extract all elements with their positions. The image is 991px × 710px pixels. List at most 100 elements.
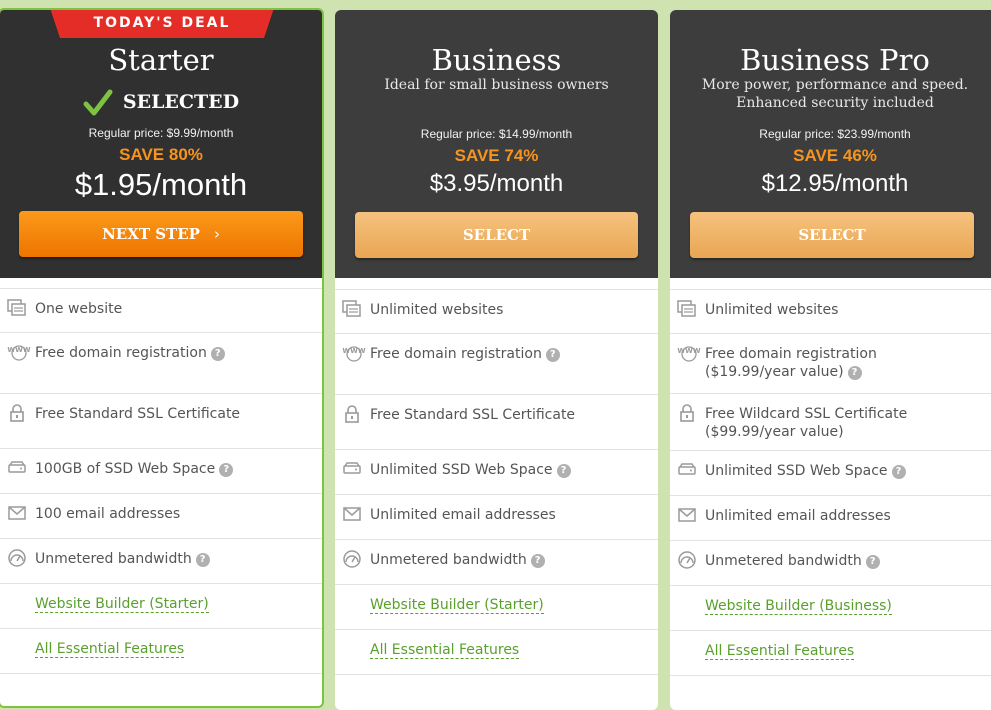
plan-header: Business Ideal for small business owners… bbox=[335, 10, 658, 278]
feature-text: 100GB of SSD Web Space bbox=[35, 461, 216, 477]
feature-list: Unlimited websites WWW Free domain registr… bbox=[670, 278, 991, 676]
help-icon[interactable]: ? bbox=[210, 347, 225, 361]
plan-name: Business Pro bbox=[740, 43, 930, 77]
feature-link-row: Website Builder (Business) bbox=[670, 586, 991, 631]
all-essential-features-link[interactable]: All Essential Features bbox=[705, 643, 855, 660]
feature-text: Unmetered bandwidth bbox=[705, 553, 862, 569]
plan-name: Starter bbox=[108, 43, 214, 77]
feature-text: 100 email addresses bbox=[35, 506, 181, 522]
next-step-button[interactable]: NEXT STEP › bbox=[19, 211, 303, 257]
feature-text: One website bbox=[35, 301, 123, 317]
feature-list-spacer bbox=[335, 278, 658, 290]
help-icon[interactable]: ? bbox=[891, 465, 906, 479]
svg-text:WWW: WWW bbox=[7, 346, 30, 354]
bandwidth-icon bbox=[342, 550, 362, 568]
lock-icon bbox=[677, 404, 697, 422]
email-icon bbox=[677, 506, 697, 524]
plan-card-starter: TODAY'S DEAL Starter SELECTED Regular pr… bbox=[0, 8, 324, 708]
help-icon[interactable]: ? bbox=[219, 463, 234, 477]
feature-row: Unmetered bandwidth? bbox=[0, 539, 322, 584]
feature-link-row: All Essential Features bbox=[0, 629, 322, 674]
feature-row: Unlimited websites bbox=[670, 290, 991, 334]
disk-icon bbox=[677, 461, 697, 479]
help-icon[interactable]: ? bbox=[556, 464, 571, 478]
website-builder-link[interactable]: Website Builder (Business) bbox=[705, 598, 892, 615]
regular-price: Regular price: $14.99/month bbox=[420, 127, 573, 141]
all-essential-features-link[interactable]: All Essential Features bbox=[370, 642, 520, 659]
feature-text: Unmetered bandwidth bbox=[370, 552, 527, 568]
feature-row: One website bbox=[0, 289, 322, 333]
help-icon[interactable]: ? bbox=[195, 553, 210, 567]
websites-icon bbox=[342, 300, 362, 318]
help-icon[interactable]: ? bbox=[545, 348, 560, 362]
help-icon[interactable]: ? bbox=[530, 554, 545, 568]
help-icon[interactable]: ? bbox=[865, 555, 880, 569]
email-icon bbox=[342, 505, 362, 523]
svg-text:WWW: WWW bbox=[677, 347, 700, 355]
feature-row: 100GB of SSD Web Space? bbox=[0, 449, 322, 494]
lock-icon bbox=[342, 405, 362, 423]
plan-price: $12.95/month bbox=[761, 170, 909, 197]
feature-text: Unlimited email addresses bbox=[370, 507, 556, 523]
websites-icon bbox=[7, 299, 27, 317]
feature-text-detail: ($19.99/year value) bbox=[705, 364, 844, 380]
feature-text: Free Standard SSL Certificate bbox=[370, 407, 576, 423]
feature-text: Free domain registration bbox=[35, 345, 207, 361]
feature-row: 100 email addresses bbox=[0, 494, 322, 539]
bandwidth-icon bbox=[7, 549, 27, 567]
selected-label: SELECTED bbox=[122, 91, 240, 113]
feature-text: Unlimited websites bbox=[370, 302, 504, 318]
save-percent: SAVE 80% bbox=[119, 145, 203, 164]
feature-text: Free Standard SSL Certificate bbox=[35, 406, 241, 422]
www-icon: WWW bbox=[7, 343, 31, 361]
plan-subtitle: More power, performance and speed. bbox=[701, 77, 969, 93]
feature-row: Unlimited SSD Web Space? bbox=[670, 451, 991, 496]
feature-link-row: Website Builder (Starter) bbox=[0, 584, 322, 629]
disk-icon bbox=[7, 459, 27, 477]
all-essential-features-link[interactable]: All Essential Features bbox=[35, 641, 185, 658]
feature-row: Free Standard SSL Certificate bbox=[335, 395, 658, 450]
feature-list-spacer bbox=[0, 278, 322, 289]
feature-row: WWW Free domain registration? bbox=[0, 333, 322, 394]
plan-card-business-pro: Business Pro More power, performance and… bbox=[670, 10, 991, 710]
feature-row: Unmetered bandwidth? bbox=[335, 540, 658, 585]
feature-text: Unmetered bandwidth bbox=[35, 551, 192, 567]
next-step-label: NEXT STEP bbox=[102, 225, 200, 243]
website-builder-link[interactable]: Website Builder (Starter) bbox=[35, 596, 209, 613]
feature-link-row: All Essential Features bbox=[670, 631, 991, 676]
help-icon[interactable]: ? bbox=[847, 366, 862, 380]
save-percent: SAVE 74% bbox=[454, 146, 539, 165]
feature-list-spacer bbox=[670, 278, 991, 290]
www-icon: WWW bbox=[677, 344, 701, 362]
feature-text: Free domain registration bbox=[705, 346, 877, 362]
plan-price: $1.95/month bbox=[74, 167, 248, 202]
plan-subtitle-2: Enhanced security included bbox=[736, 95, 934, 111]
select-button[interactable]: SELECT bbox=[690, 212, 974, 258]
plan-name: Business bbox=[431, 43, 562, 77]
feature-text: Unlimited SSD Web Space bbox=[705, 463, 888, 479]
lock-icon bbox=[7, 404, 27, 422]
feature-text: Unlimited email addresses bbox=[705, 508, 891, 524]
todays-deal-ribbon: TODAY'S DEAL bbox=[50, 10, 274, 38]
plan-subtitle: Ideal for small business owners bbox=[384, 77, 609, 93]
feature-row: WWW Free domain registration? bbox=[335, 334, 658, 395]
feature-list: One website WWW Free domain registration? F… bbox=[0, 278, 322, 674]
feature-row: Unlimited SSD Web Space? bbox=[335, 450, 658, 495]
disk-icon bbox=[342, 460, 362, 478]
feature-link-row: All Essential Features bbox=[335, 630, 658, 675]
select-button[interactable]: SELECT bbox=[355, 212, 638, 258]
plan-header: Business Pro More power, performance and… bbox=[670, 10, 991, 278]
plan-card-business: Business Ideal for small business owners… bbox=[335, 10, 658, 710]
chevron-right-icon: › bbox=[213, 225, 220, 243]
regular-price: Regular price: $9.99/month bbox=[88, 126, 234, 140]
website-builder-link[interactable]: Website Builder (Starter) bbox=[370, 597, 544, 614]
feature-row: Unlimited email addresses bbox=[335, 495, 658, 540]
feature-row: Free Wildcard SSL Certificate ($99.99/yea… bbox=[670, 394, 991, 451]
feature-text-detail: ($99.99/year value) bbox=[705, 424, 844, 440]
selected-indicator: SELECTED bbox=[0, 86, 322, 118]
checkmark-icon bbox=[83, 89, 113, 116]
feature-row: Unlimited email addresses bbox=[670, 496, 991, 541]
websites-icon bbox=[677, 300, 697, 318]
feature-row: WWW Free domain registration ($19.99/year … bbox=[670, 334, 991, 394]
plan-price: $3.95/month bbox=[429, 170, 564, 197]
